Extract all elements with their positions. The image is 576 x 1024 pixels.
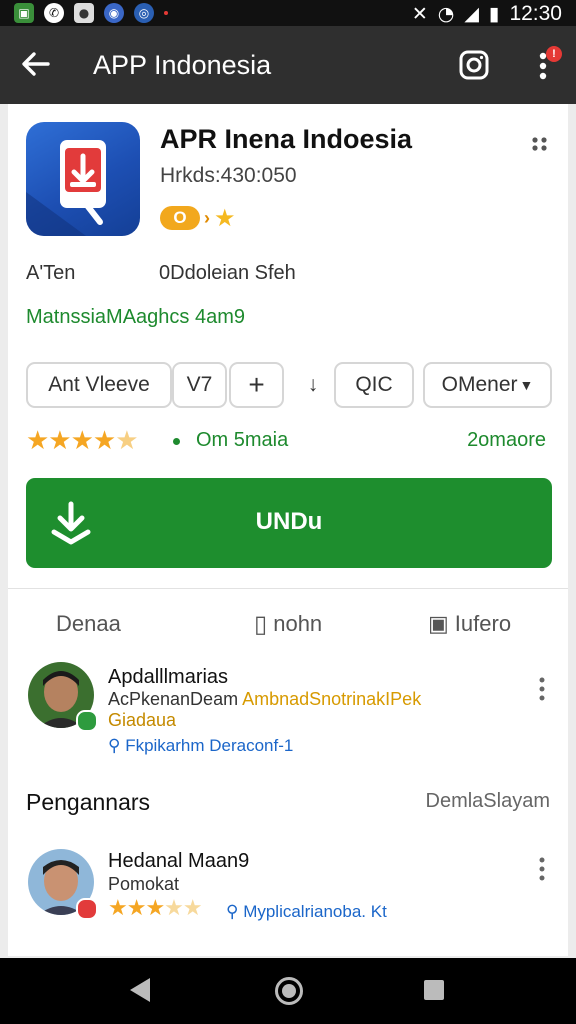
notification-badge: ! [546,46,562,62]
review-link-label: Fkpikarhm Deraconf-1 [125,736,294,755]
notification-dot-icon [164,11,168,15]
chip-download[interactable]: ↓ [296,362,330,408]
chip-label: OMener [441,373,518,396]
badge-pill: O [160,206,200,230]
system-nav-bar [0,958,576,1024]
download-icon: ↓ [307,373,319,396]
tab-info[interactable]: ▣ Iufero [428,604,511,644]
review-text: AcPkenanDeam AmbnadSnotrinakIPek [108,689,421,710]
downloads-count: 2omaore [467,429,546,451]
review-link-label: Myplicalrianoba. Kt [243,902,387,921]
app-bar-title: APP Indonesia [93,50,272,80]
wifi-icon: ◔ [437,3,455,25]
chip-dropdown[interactable]: OMener ▼ [423,362,552,408]
tab-label: Iufero [454,611,512,636]
review-menu-icon[interactable] [538,676,546,702]
chevron-down-icon: ▼ [519,377,534,393]
chip-qic[interactable]: QIC [334,362,414,408]
app-title: APR Inena Indoesia [160,124,413,154]
status-bar: ▣ ✆ ● ◉ ◎ ✕ ◔ ◢ ▮ 12:30 [0,0,576,26]
review-link[interactable]: ⚲ Myplicalrianoba. Kt [226,902,387,922]
badge-icon [76,898,98,920]
nav-recents-icon[interactable] [424,980,444,1000]
nav-back-icon[interactable] [130,978,150,1002]
reviewer-name: Apdalllmarias [108,666,229,688]
gallery-icon: ▣ [14,3,34,23]
meta-value: 0Ddoleian Sfeh [159,262,296,284]
review-tag: AmbnadSnotrinakIPek [242,689,422,709]
star-rating: ★★★★★ [26,426,139,456]
plus-icon: + [248,369,265,400]
review-line: AcPkenanDeam [108,689,239,709]
tab-details[interactable]: Denaa [56,604,121,644]
info-icon: ▣ [428,611,449,636]
battery-icon: ▮ [488,3,500,25]
check-icon: V7 [186,373,213,396]
rating-row: ★★★★★ Om 5maia 2omaore [26,426,550,456]
chip-ant-vleeve[interactable]: Ant Vleeve [26,362,172,408]
clock: 12:30 [509,2,562,25]
chip-label: QIC [355,373,393,396]
app-details-card: APR Inena Indoesia Hrkds:430:050 O › ★ A… [8,104,568,956]
chip-label: Ant Vleeve [48,373,150,396]
app-subtitle: Hrkds:430:050 [160,164,297,187]
divider [8,588,568,589]
grid-menu-icon[interactable] [530,134,550,154]
section-link[interactable]: DemlaSlayam [426,790,550,813]
review-line: Giadaua [108,710,177,730]
signal-icon: ◢ [464,3,479,25]
chip-check[interactable]: V7 [172,362,227,408]
section-title: Pengannars [26,789,151,815]
mute-icon: ✕ [411,3,428,25]
chip-add[interactable]: + [229,362,284,408]
app-bar: APP Indonesia ! [0,26,576,104]
rating-badge: O › ★ [160,204,236,232]
tab-phone[interactable]: ▯ nohn [254,604,322,644]
app-logo-icon[interactable] [26,122,140,236]
instagram-icon[interactable] [459,50,489,80]
whatsapp-icon: ✆ [44,3,64,23]
tag-icon: ⚲ [226,902,239,921]
rating-count: Om 5maia [196,429,289,451]
install-label: UNDu [255,508,323,535]
browser-icon: ◎ [134,3,154,23]
back-arrow-icon[interactable] [20,48,52,80]
review-link[interactable]: ⚲ Fkpikarhm Deraconf-1 [108,736,293,756]
developer-link[interactable]: MatnssiaMAaghcs 4am9 [26,306,245,329]
tag-icon: ⚲ [108,736,121,755]
chrome-icon: ◉ [104,3,124,23]
review-star-rating: ★★★★★ [108,896,203,921]
tab-label: nohn [273,611,323,636]
separator-dot [173,438,180,445]
review-line: Pomokat [108,874,180,894]
tab-label: Denaa [56,611,121,636]
nav-home-icon[interactable] [275,977,303,1005]
install-button[interactable]: UNDu [26,478,552,568]
star-icon: ★ [214,204,236,232]
meta-label: A'Ten [26,262,76,284]
verified-badge-icon [76,710,98,732]
review-menu-icon[interactable] [538,856,546,882]
badge-arrow-icon: › [204,207,210,228]
messenger-icon: ● [74,3,94,23]
reviewer-name: Hedanal Maan9 [108,850,250,872]
phone-icon: ▯ [254,610,268,638]
